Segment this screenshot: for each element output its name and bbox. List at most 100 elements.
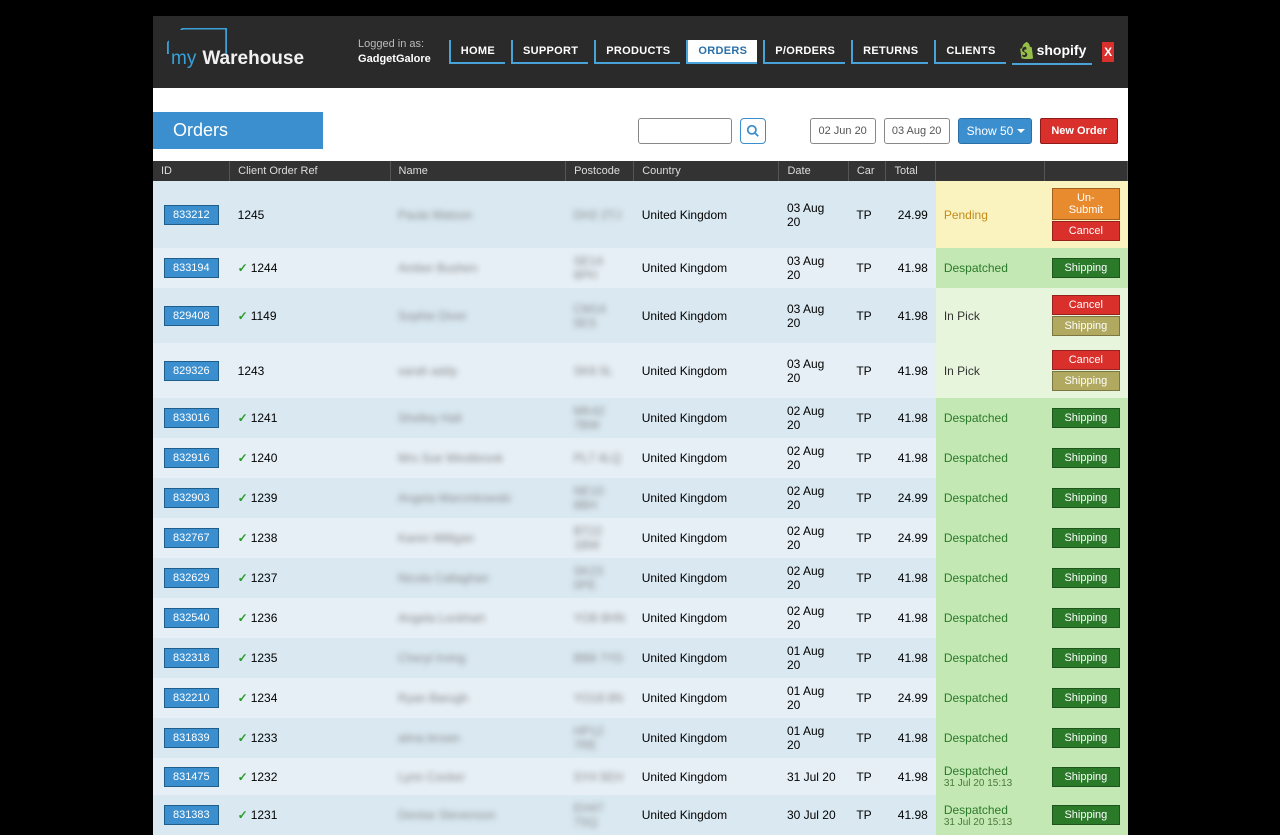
cell-name: Amber Bushen — [390, 248, 566, 288]
table-row: 832916✓1240Mrs Sue WestbrookPL7 4LQUnite… — [153, 438, 1128, 478]
shopify-link[interactable]: shopify — [1012, 39, 1093, 65]
order-id-button[interactable]: 829408 — [164, 306, 219, 326]
cell-id: 832540 — [153, 598, 230, 638]
shipping-button[interactable]: Shipping — [1052, 258, 1119, 278]
nav-orders[interactable]: ORDERS — [686, 40, 757, 64]
cell-total: 41.98 — [886, 558, 936, 598]
cell-status: In Pick — [936, 343, 1044, 398]
unsubmit-button[interactable]: Un-Submit — [1052, 188, 1119, 220]
close-button[interactable]: X — [1102, 42, 1114, 62]
check-icon: ✓ — [238, 491, 248, 505]
cell-actions: Shipping — [1044, 438, 1127, 478]
col-Date[interactable]: Date — [779, 161, 848, 181]
cell-postcode: CM14 5ES — [566, 288, 634, 343]
shipping-button[interactable]: Shipping — [1052, 688, 1119, 708]
cell-ref: ✓1239 — [230, 478, 390, 518]
col-blank8[interactable] — [936, 161, 1044, 181]
cell-carrier: TP — [848, 758, 886, 795]
logged-in-user: GadgetGalore — [358, 52, 431, 67]
shipping-button[interactable]: Shipping — [1052, 408, 1119, 428]
order-id-button[interactable]: 832318 — [164, 648, 219, 668]
cell-total: 41.98 — [886, 598, 936, 638]
nav-returns[interactable]: RETURNS — [851, 40, 928, 64]
col-Postcode[interactable]: Postcode — [566, 161, 634, 181]
cell-carrier: TP — [848, 181, 886, 248]
show-count-select[interactable]: Show 50 — [958, 118, 1033, 144]
order-id-button[interactable]: 832903 — [164, 488, 219, 508]
cell-carrier: TP — [848, 558, 886, 598]
order-id-button[interactable]: 832629 — [164, 568, 219, 588]
cell-total: 24.99 — [886, 678, 936, 718]
order-id-button[interactable]: 832540 — [164, 608, 219, 628]
order-id-button[interactable]: 832210 — [164, 688, 219, 708]
table-row: 832903✓1239Angela MarcinkowskiNE10 8BHUn… — [153, 478, 1128, 518]
order-id-button[interactable]: 831475 — [164, 767, 219, 787]
cancel-button[interactable]: Cancel — [1052, 295, 1119, 315]
cell-total: 41.98 — [886, 288, 936, 343]
order-id-button[interactable]: 833194 — [164, 258, 219, 278]
shipping-olive-button[interactable]: Shipping — [1052, 371, 1119, 391]
nav-support[interactable]: SUPPORT — [511, 40, 588, 64]
col-ID[interactable]: ID — [153, 161, 230, 181]
cancel-button[interactable]: Cancel — [1052, 221, 1119, 241]
cell-country: United Kingdom — [634, 438, 779, 478]
nav-clients[interactable]: CLIENTS — [934, 40, 1005, 64]
cell-id: 832210 — [153, 678, 230, 718]
col-Name[interactable]: Name — [390, 161, 566, 181]
cell-date: 03 Aug 20 — [779, 343, 848, 398]
col-Car[interactable]: Car — [848, 161, 886, 181]
cell-carrier: TP — [848, 343, 886, 398]
shipping-button[interactable]: Shipping — [1052, 728, 1119, 748]
col-blank9[interactable] — [1044, 161, 1127, 181]
shipping-olive-button[interactable]: Shipping — [1052, 316, 1119, 336]
logo[interactable]: myWarehouse — [171, 48, 304, 70]
order-id-button[interactable]: 832916 — [164, 448, 219, 468]
table-row: 831839✓1233alma brownHP12 7REUnited King… — [153, 718, 1128, 758]
order-id-button[interactable]: 831383 — [164, 805, 219, 825]
cell-country: United Kingdom — [634, 558, 779, 598]
date-to-input[interactable] — [884, 118, 950, 144]
cell-status: Despatched — [936, 598, 1044, 638]
shipping-button[interactable]: Shipping — [1052, 648, 1119, 668]
table-row: 833016✓1241Shelley HallMK42 7BWUnited Ki… — [153, 398, 1128, 438]
cell-date: 02 Aug 20 — [779, 598, 848, 638]
nav-home[interactable]: HOME — [449, 40, 505, 64]
nav-porders[interactable]: P/ORDERS — [763, 40, 845, 64]
table-row: 833194✓1244Amber BushenSE14 6PHUnited Ki… — [153, 248, 1128, 288]
cell-ref: ✓1149 — [230, 288, 390, 343]
cell-id: 831475 — [153, 758, 230, 795]
col-Client Order Ref[interactable]: Client Order Ref — [230, 161, 390, 181]
search-button[interactable] — [740, 118, 766, 144]
cell-postcode: HP12 7RE — [566, 718, 634, 758]
cell-actions: Un-SubmitCancel — [1044, 181, 1127, 248]
order-id-button[interactable]: 833212 — [164, 205, 219, 225]
cell-postcode: NE10 8BH — [566, 478, 634, 518]
cell-postcode: BT22 1BW — [566, 518, 634, 558]
shipping-button[interactable]: Shipping — [1052, 767, 1119, 787]
new-order-button[interactable]: New Order — [1040, 118, 1118, 144]
cell-actions: Shipping — [1044, 398, 1127, 438]
shipping-button[interactable]: Shipping — [1052, 488, 1119, 508]
cell-status: Despatched — [936, 718, 1044, 758]
shipping-button[interactable]: Shipping — [1052, 608, 1119, 628]
search-input[interactable] — [638, 118, 732, 144]
order-id-button[interactable]: 833016 — [164, 408, 219, 428]
shipping-button[interactable]: Shipping — [1052, 528, 1119, 548]
date-from-input[interactable] — [810, 118, 876, 144]
order-id-button[interactable]: 832767 — [164, 528, 219, 548]
nav-products[interactable]: PRODUCTS — [594, 40, 680, 64]
order-id-button[interactable]: 829326 — [164, 361, 219, 381]
cancel-button[interactable]: Cancel — [1052, 350, 1119, 370]
cell-ref: ✓1238 — [230, 518, 390, 558]
cell-postcode: SK6 5L — [566, 343, 634, 398]
cell-ref: ✓1236 — [230, 598, 390, 638]
order-id-button[interactable]: 831839 — [164, 728, 219, 748]
shipping-button[interactable]: Shipping — [1052, 568, 1119, 588]
cell-postcode: SY4 5EH — [566, 758, 634, 795]
col-Country[interactable]: Country — [634, 161, 779, 181]
shipping-button[interactable]: Shipping — [1052, 448, 1119, 468]
shipping-button[interactable]: Shipping — [1052, 805, 1119, 825]
col-Total[interactable]: Total — [886, 161, 936, 181]
cell-status: Despatched — [936, 678, 1044, 718]
cell-total: 41.98 — [886, 343, 936, 398]
